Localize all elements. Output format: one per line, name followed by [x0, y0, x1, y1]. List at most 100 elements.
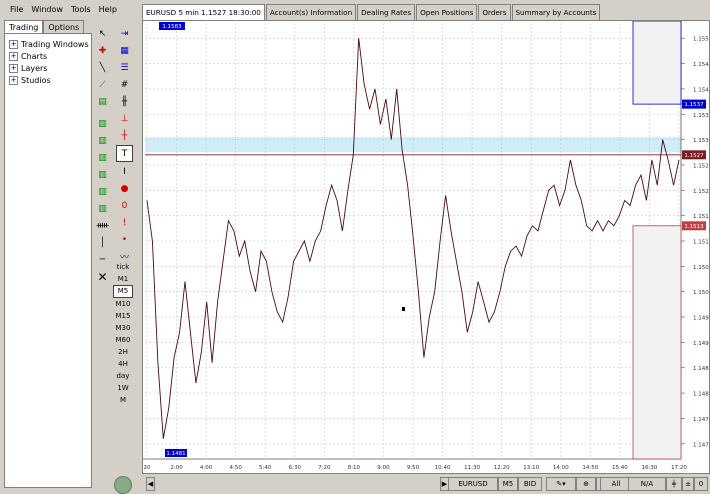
timeframe-month[interactable]: M — [114, 394, 132, 406]
green-bars-2-icon[interactable]: ▥ — [95, 133, 110, 148]
buy-zone-box — [632, 21, 682, 105]
pitchfork-icon[interactable]: ᚔ — [95, 218, 110, 233]
tab-accounts[interactable]: Account(s) Information — [265, 4, 357, 20]
timeframe-m1[interactable]: M1 — [114, 273, 132, 285]
expand-icon[interactable]: + — [9, 51, 18, 61]
current-price-tag: 1.1527 — [682, 150, 706, 160]
status-zero: 0 — [694, 477, 708, 491]
y-tick-label: 1.1495 — [693, 316, 709, 322]
expand-icon[interactable]: + — [9, 39, 18, 49]
grid-icon[interactable]: ▦ — [117, 43, 132, 58]
fan-icon[interactable]: ⊥ — [117, 111, 132, 126]
drawing-toolbar-2: ⇥ ▦ ☰ # ╫ ⊥ ┼ T I ● 0 ! • 〰 — [116, 26, 133, 266]
marker-icon[interactable]: T — [116, 145, 133, 162]
expand-icon[interactable]: + — [9, 75, 18, 85]
tree-item-studios[interactable]: + Studios — [5, 74, 91, 86]
x-tick-label: 9:50 — [407, 465, 420, 471]
ray-icon[interactable]: ⟋ — [95, 77, 110, 92]
red-price-tag: 1.1513 — [682, 221, 706, 231]
delete-icon[interactable]: ✕ — [95, 269, 110, 284]
hline-icon[interactable]: ┼ — [117, 128, 132, 143]
green-bars-5-icon[interactable]: ▥ — [95, 184, 110, 199]
green-bars-4-icon[interactable]: ▥ — [95, 167, 110, 182]
vertical-lines-icon[interactable]: ╫ — [117, 94, 132, 109]
chart-area[interactable]: 1.1550 1.1545 1.1540 1.1535 1.1530 1.1525 1.15… — [142, 20, 710, 474]
cursor-icon[interactable]: I — [117, 164, 132, 179]
x-tick-label: 7:20 — [318, 465, 331, 471]
timeframe-4h[interactable]: 4H — [114, 358, 132, 370]
price-chart[interactable]: 1.1550 1.1545 1.1540 1.1535 1.1530 1.1525 1.15… — [143, 21, 709, 473]
plus-icon[interactable]: ± — [682, 477, 694, 491]
exclaim-icon[interactable]: ! — [117, 215, 132, 230]
tree-item-charts[interactable]: + Charts — [5, 50, 91, 62]
draw-tool-icon[interactable]: ✎▾ — [546, 477, 576, 491]
arrow-icon[interactable]: ⇥ — [117, 26, 132, 41]
menu-help[interactable]: Help — [99, 5, 117, 14]
tab-chart[interactable]: EURUSD 5 min 1.1527 18:30:00 — [142, 4, 265, 20]
y-tick-label: 1.1545 — [693, 62, 709, 68]
trendline-icon[interactable]: ╲ — [95, 60, 110, 75]
status-side[interactable]: BID — [518, 477, 542, 491]
expand-icon[interactable]: + — [9, 63, 18, 73]
y-tick-label: 1.1480 — [693, 392, 709, 398]
timeframe-m15[interactable]: M15 — [114, 310, 132, 322]
tab-summary[interactable]: Summary by Accounts — [511, 4, 601, 20]
tab-dealing-rates[interactable]: Dealing Rates — [357, 4, 416, 20]
crosshair-icon[interactable]: ✚ — [95, 43, 110, 58]
vertical-line-icon[interactable]: │ — [95, 235, 110, 250]
x-tick-label: 13:10 — [523, 465, 539, 471]
zero-icon[interactable]: 0 — [117, 198, 132, 213]
green-bars-3-icon[interactable]: ▥ — [95, 150, 110, 165]
side-tabs: Trading Options — [4, 20, 85, 34]
timeframe-tick[interactable]: tick — [114, 261, 132, 273]
chart-type-icon[interactable]: ╪ — [666, 477, 682, 491]
tree-item-layers[interactable]: + Layers — [5, 62, 91, 74]
tab-options[interactable]: Options — [43, 20, 85, 34]
timeframe-m5[interactable]: M5 — [113, 285, 133, 298]
menu-tools[interactable]: Tools — [71, 5, 91, 14]
small-dot-icon[interactable]: • — [117, 232, 132, 247]
timeframe-selector: tick M1 M5 M10 M15 M30 M60 2H 4H day 1W … — [113, 261, 133, 406]
status-bar: ◀ ▶ EURUSD M5 BID ✎▾ ⊕ ▤ ▦ All N/A ╪ ± 0 — [142, 474, 710, 492]
svg-text:1.1513: 1.1513 — [684, 224, 704, 230]
channel-icon[interactable]: ▤ — [95, 94, 110, 109]
x-tick-label: 17:20 — [671, 465, 687, 471]
horizontal-line-icon[interactable]: ─ — [95, 252, 110, 267]
red-dot-icon[interactable]: ● — [117, 181, 132, 196]
menu-file[interactable]: File — [10, 5, 23, 14]
bars-icon[interactable]: ☰ — [117, 60, 132, 75]
x-tick-label: 14:50 — [582, 465, 598, 471]
tree-item-trading-windows[interactable]: + Trading Windows — [5, 38, 91, 50]
drawing-toolbar-1: ↖ ✚ ╲ ⟋ ▤ — [94, 26, 111, 111]
scroll-left-icon[interactable]: ◀ — [146, 477, 155, 491]
hash-icon[interactable]: # — [117, 77, 132, 92]
menu-window[interactable]: Window — [31, 5, 63, 14]
x-tick-label: 5:40 — [259, 465, 272, 471]
status-na: N/A — [628, 477, 666, 491]
status-symbol[interactable]: EURUSD — [448, 477, 498, 491]
x-tick-label: 2:00 — [170, 465, 183, 471]
tab-trading[interactable]: Trading — [4, 20, 44, 34]
y-tick-label: 1.1520 — [693, 189, 709, 195]
green-bars-icon[interactable]: ▥ — [95, 116, 110, 131]
zoom-icon[interactable]: ⊕ — [576, 477, 596, 491]
y-tick-label: 1.1500 — [693, 290, 709, 296]
timeframe-day[interactable]: day — [114, 370, 132, 382]
status-period[interactable]: M5 — [498, 477, 518, 491]
pointer-icon[interactable]: ↖ — [95, 26, 110, 41]
tab-open-positions[interactable]: Open Positions — [416, 4, 478, 20]
x-tick-label: 20 — [144, 465, 151, 471]
blue-price-tag: 1.1537 — [682, 99, 706, 109]
y-tick-label: 1.1510 — [693, 240, 709, 246]
timeframe-1w[interactable]: 1W — [114, 382, 132, 394]
green-bars-6-icon[interactable]: ▥ — [95, 201, 110, 216]
timeframe-m10[interactable]: M10 — [114, 298, 132, 310]
x-tick-label: 4:00 — [200, 465, 213, 471]
tab-orders[interactable]: Orders — [478, 4, 511, 20]
timeframe-m30[interactable]: M30 — [114, 322, 132, 334]
timeframe-m60[interactable]: M60 — [114, 334, 132, 346]
globe-icon[interactable] — [114, 476, 132, 494]
bottom-price-badge-label: 1.1481 — [166, 451, 185, 457]
x-tick-label: 12:20 — [494, 465, 510, 471]
timeframe-2h[interactable]: 2H — [114, 346, 132, 358]
